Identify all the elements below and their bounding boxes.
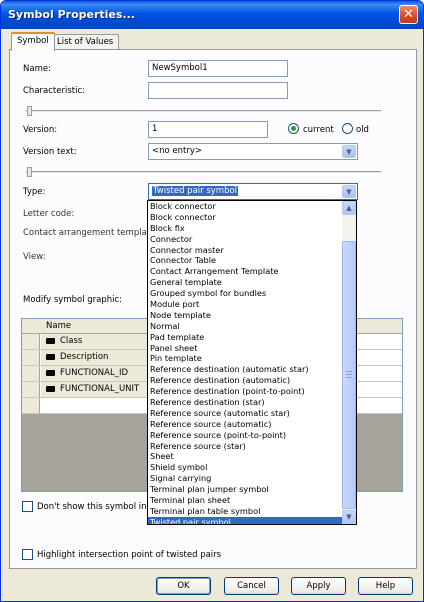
grid-header-name: Name — [46, 321, 72, 331]
dropdown-item[interactable]: Reference source (automatic) — [148, 419, 356, 430]
version-text-select[interactable]: <no entry> ▼ — [148, 143, 358, 160]
dropdown-scrollbar[interactable]: ▲ ▼ — [342, 201, 356, 524]
symbol-properties-dialog: Symbol Properties... ✕ Symbol List of Va… — [0, 0, 424, 602]
name-field[interactable]: NewSymbol1 — [148, 60, 288, 77]
version-field[interactable]: 1 — [148, 121, 268, 138]
dropdown-item[interactable]: Reference source (star) — [148, 441, 356, 452]
dropdown-item[interactable]: Node template — [148, 310, 356, 321]
tab-symbol[interactable]: Symbol — [11, 32, 55, 51]
key-icon — [46, 369, 55, 376]
dropdown-item[interactable]: Reference source (point-to-point) — [148, 430, 356, 441]
version-current-radio[interactable] — [288, 123, 299, 134]
row-name: Class — [60, 336, 83, 346]
type-select[interactable]: Twisted pair symbol ▼ — [148, 183, 358, 200]
dropdown-item[interactable]: Pad template — [148, 332, 356, 343]
dropdown-item[interactable]: Terminal plan table symbol — [148, 506, 356, 517]
type-label: Type: — [23, 187, 46, 197]
dropdown-item[interactable]: Block connector — [148, 201, 356, 212]
dropdown-item[interactable]: Pin template — [148, 353, 356, 364]
title-bar[interactable]: Symbol Properties... ✕ — [1, 1, 423, 29]
dropdown-item[interactable]: Panel sheet — [148, 343, 356, 354]
tab-list-of-values[interactable]: List of Values — [51, 34, 120, 50]
close-button[interactable]: ✕ — [399, 5, 418, 24]
letter-code-label: Letter code: — [23, 209, 75, 219]
version-text-slider-track[interactable] — [26, 171, 381, 174]
dropdown-item[interactable]: Connector master — [148, 245, 356, 256]
version-label: Version: — [23, 125, 58, 135]
dont-show-label[interactable]: Don't show this symbol in the — [37, 502, 163, 512]
dropdown-item[interactable]: Reference source (automatic star) — [148, 408, 356, 419]
type-value: Twisted pair symbol — [152, 186, 239, 196]
version-text-label: Version text: — [23, 147, 77, 157]
dropdown-item[interactable]: Connector Table — [148, 255, 356, 266]
modify-graphic-label: Modify symbol graphic: — [23, 295, 123, 305]
chevron-down-icon[interactable]: ▼ — [342, 145, 356, 158]
contact-arrangement-label: Contact arrangement template: — [23, 228, 159, 238]
version-old-label[interactable]: old — [356, 125, 369, 135]
scroll-up-icon[interactable]: ▲ — [342, 201, 356, 215]
dropdown-items: Block connector Block connector Block fix C… — [148, 201, 356, 524]
dropdown-item[interactable]: Normal — [148, 321, 356, 332]
dont-show-checkbox[interactable] — [22, 501, 33, 512]
highlight-label[interactable]: Highlight intersection point of twisted … — [37, 550, 221, 560]
characteristic-slider-thumb[interactable] — [27, 106, 32, 116]
chevron-down-icon[interactable]: ▼ — [342, 185, 356, 198]
dropdown-item[interactable]: Contact Arrangement Template — [148, 266, 356, 277]
characteristic-field[interactable] — [148, 82, 288, 99]
dropdown-item[interactable]: Reference destination (star) — [148, 397, 356, 408]
scrollbar-thumb[interactable] — [342, 241, 356, 509]
dropdown-item[interactable]: Reference destination (point-to-point) — [148, 386, 356, 397]
help-button[interactable]: Help — [358, 577, 413, 595]
dropdown-item[interactable]: Reference destination (automatic) — [148, 375, 356, 386]
characteristic-slider-track[interactable] — [26, 110, 381, 113]
key-icon — [46, 385, 55, 392]
version-text-value: <no entry> — [152, 146, 203, 156]
dropdown-item[interactable]: Twisted pair symbol — [148, 516, 356, 524]
key-icon — [46, 337, 55, 344]
dropdown-item[interactable]: Connector — [148, 234, 356, 245]
version-old-radio[interactable] — [342, 123, 353, 134]
cancel-button[interactable]: Cancel — [224, 577, 279, 595]
type-dropdown-list[interactable]: Block connector Block connector Block fix C… — [147, 200, 357, 525]
dropdown-item[interactable]: Block connector — [148, 212, 356, 223]
row-name: Description — [60, 352, 109, 362]
dropdown-item[interactable]: Terminal plan sheet — [148, 495, 356, 506]
dropdown-item[interactable]: Signal carrying — [148, 473, 356, 484]
highlight-checkbox[interactable] — [22, 549, 33, 560]
dropdown-item[interactable]: Sheet — [148, 451, 356, 462]
name-label: Name: — [23, 64, 51, 74]
characteristic-label: Characteristic: — [23, 86, 85, 96]
dropdown-item[interactable]: Shield symbol — [148, 462, 356, 473]
window-title: Symbol Properties... — [8, 8, 135, 21]
dropdown-item[interactable]: General template — [148, 277, 356, 288]
row-name: FUNCTIONAL_UNIT — [60, 384, 140, 394]
version-current-label[interactable]: current — [303, 125, 334, 135]
key-icon — [46, 353, 55, 360]
view-label: View: — [23, 252, 46, 262]
dropdown-item[interactable]: Module port — [148, 299, 356, 310]
dropdown-item[interactable]: Grouped symbol for bundles — [148, 288, 356, 299]
dropdown-item[interactable]: Block fix — [148, 223, 356, 234]
dropdown-item[interactable]: Reference destination (automatic star) — [148, 364, 356, 375]
dropdown-item[interactable]: Terminal plan jumper symbol — [148, 484, 356, 495]
version-text-slider-thumb[interactable] — [27, 167, 32, 177]
row-name: FUNCTIONAL_ID — [60, 368, 129, 378]
scroll-down-icon[interactable]: ▼ — [342, 510, 356, 524]
ok-button[interactable]: OK — [156, 577, 211, 595]
apply-button[interactable]: Apply — [291, 577, 346, 595]
